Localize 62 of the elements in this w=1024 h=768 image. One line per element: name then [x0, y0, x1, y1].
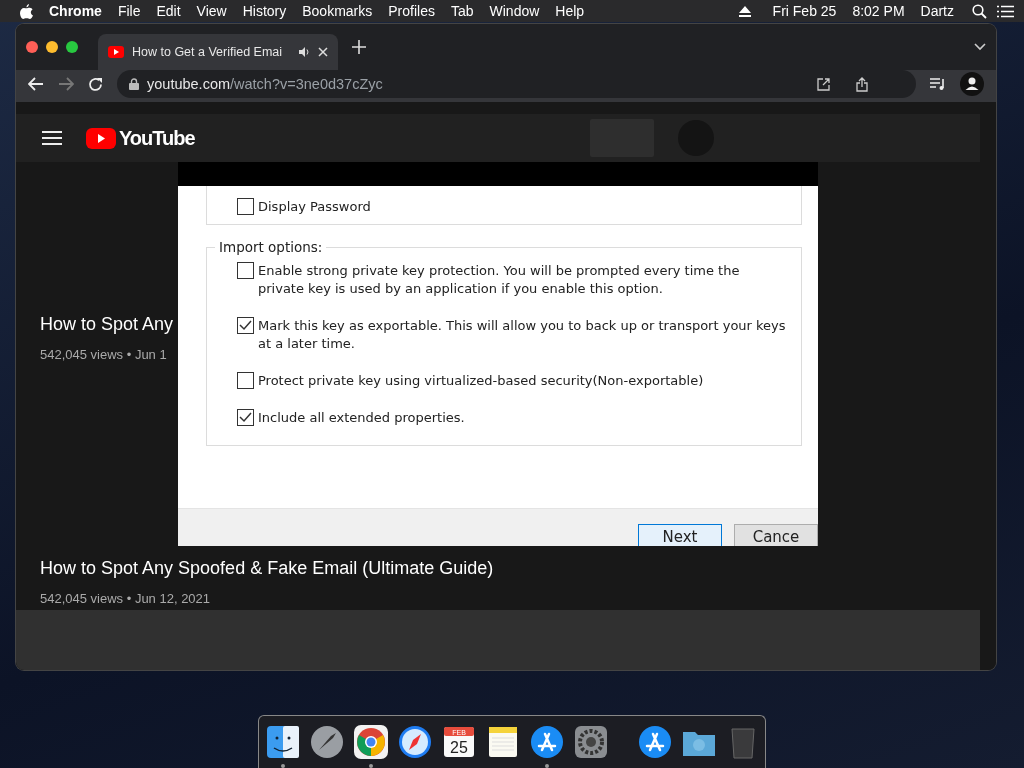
video-meta: 542,045 views • Jun 12, 2021 [40, 591, 211, 606]
checkbox-label[interactable]: Display Password [258, 198, 371, 216]
apple-icon[interactable] [20, 3, 33, 19]
zoom-button[interactable] [66, 41, 78, 53]
menu-item[interactable]: Help [547, 3, 593, 19]
menu-item[interactable]: Window [481, 3, 548, 19]
chevron-down-icon[interactable] [974, 43, 986, 51]
rocket-icon[interactable] [309, 724, 345, 760]
media-queue-icon[interactable] [930, 78, 946, 90]
menu-item[interactable]: Tab [442, 3, 482, 19]
play-logo-icon [108, 46, 124, 58]
browser-tab[interactable]: How to Get a Verified Emai [98, 34, 338, 70]
video-title[interactable]: How to Spot Any Spoofed & Fake Email (Ultimate Guide) [40, 558, 494, 579]
search-icon[interactable] [972, 3, 987, 19]
checkbox[interactable] [237, 317, 254, 334]
menu-item[interactable]: Edit [148, 3, 189, 19]
minimize-button[interactable] [46, 41, 58, 53]
clock-date[interactable]: Fri Feb 25 [764, 3, 845, 19]
list-icon[interactable] [997, 4, 1014, 18]
menu-item[interactable]: View [188, 3, 235, 19]
app-store-icon[interactable] [637, 724, 673, 760]
profile-icon[interactable] [960, 72, 984, 96]
speaker-icon[interactable] [298, 46, 310, 58]
checkbox-label[interactable]: Protect private key using virtualized-based security(Non-exportable) [258, 372, 704, 390]
close-icon[interactable] [318, 47, 328, 57]
user-name[interactable]: Dartz [912, 3, 962, 19]
lock-icon[interactable] [129, 78, 139, 90]
menu-item[interactable]: File [109, 3, 149, 19]
reload-icon[interactable] [88, 76, 103, 92]
app-menu[interactable]: Chrome [41, 3, 110, 19]
app-store-icon[interactable] [529, 724, 565, 760]
compass-icon[interactable] [397, 724, 433, 760]
address-bar[interactable]: youtube.com/watch?v=3ne0d37cZyc [117, 70, 916, 98]
checkbox-label[interactable]: Mark this key as exportable. This will allow you to back up or transport your keys at a later time. [258, 317, 789, 353]
chrome-icon[interactable] [353, 724, 389, 760]
group-title: Import options: [215, 239, 327, 255]
menu-item[interactable]: Profiles [380, 3, 443, 19]
next-button[interactable]: Next [638, 524, 722, 546]
menu-icon[interactable] [42, 131, 62, 145]
video-title[interactable]: How to Spot Any [40, 314, 174, 335]
video-meta: 542,045 views • Jun 1 [40, 347, 167, 362]
share-icon[interactable] [856, 76, 868, 92]
new-tab-icon[interactable] [352, 40, 366, 54]
checkbox[interactable] [237, 372, 254, 389]
url-text: youtube.com/watch?v=3ne0d37cZyc [147, 76, 383, 92]
checkbox[interactable] [237, 409, 254, 426]
close-button[interactable] [26, 41, 38, 53]
cancel-button[interactable]: Cance [734, 524, 818, 546]
clock-time[interactable]: 8:02 PM [844, 3, 913, 19]
checkbox-label[interactable]: Include all extended properties. [258, 409, 465, 427]
forward-icon[interactable] [58, 77, 74, 91]
back-icon[interactable] [28, 77, 44, 91]
checkbox[interactable] [237, 262, 254, 279]
external-link-icon[interactable] [817, 77, 830, 91]
menu-item[interactable]: History [234, 3, 295, 19]
eject-icon[interactable] [738, 5, 751, 17]
gear-icon[interactable] [573, 724, 609, 760]
finder-face-icon[interactable] [265, 724, 301, 760]
site-logo[interactable]: YouTube [86, 126, 195, 150]
checkbox[interactable] [237, 198, 254, 215]
checkbox-label[interactable]: Enable strong private key protection. You will be prompted every time the private key is used by an application if you enable this option. [258, 262, 789, 298]
menu-item[interactable]: Bookmarks [294, 3, 381, 19]
